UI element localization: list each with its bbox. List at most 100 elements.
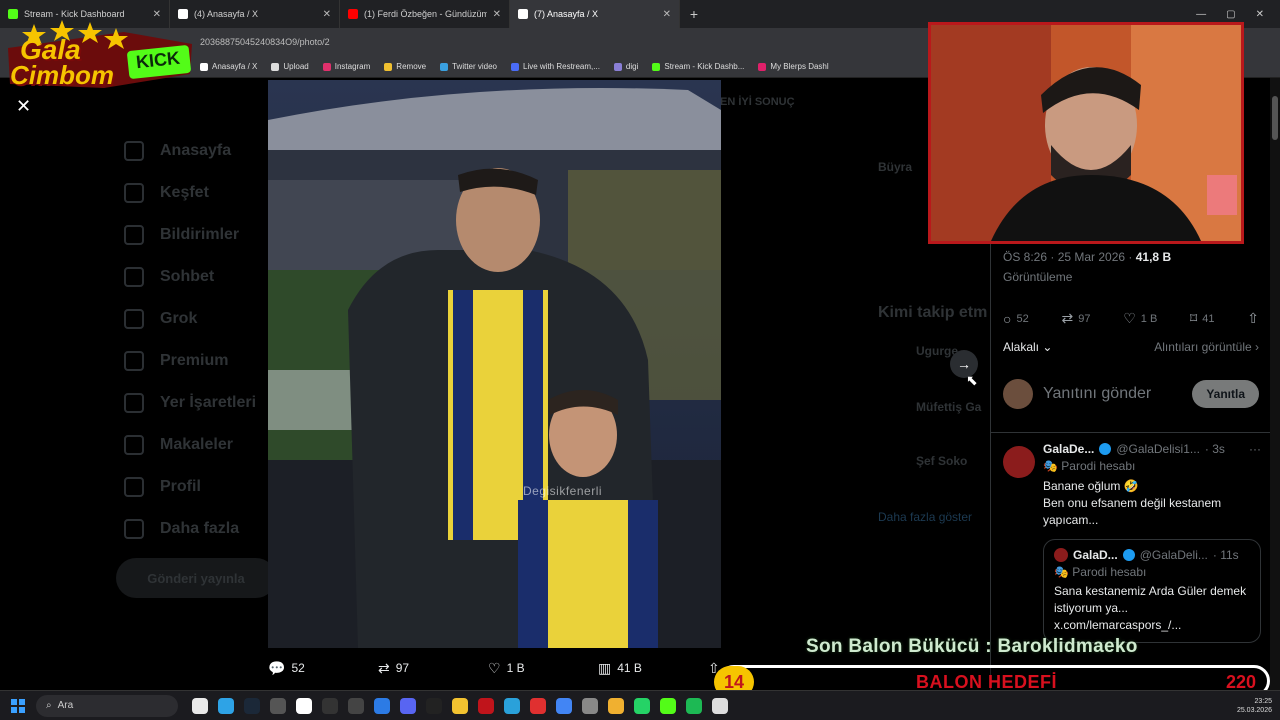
like-action[interactable]: ♡ 1 B — [488, 660, 598, 677]
parody-badge: 🎭 Parodi hesabı — [1043, 459, 1136, 473]
reply-input[interactable]: Yanıtını gönder — [1043, 385, 1182, 403]
bookmark[interactable]: Twitter video — [440, 62, 497, 71]
maximize-icon[interactable]: ▢ — [1226, 9, 1235, 20]
whatsapp-icon[interactable] — [634, 697, 650, 714]
reply-action[interactable]: 💬 52 — [268, 660, 378, 677]
bookmark[interactable]: digi — [613, 62, 638, 71]
epic-games-icon[interactable] — [426, 697, 442, 714]
chrome-icon[interactable] — [556, 697, 572, 714]
telegram-icon[interactable] — [504, 697, 520, 714]
suggested-user[interactable]: Müfettiş Ga — [916, 400, 981, 414]
reply-avatar[interactable] — [1003, 446, 1035, 478]
nav-grok[interactable]: Grok — [110, 298, 270, 340]
windows-taskbar: ⌕ Ara 23:25 25.03.2026 — [0, 690, 1280, 720]
scrollbar-thumb[interactable] — [1272, 96, 1278, 140]
settings-icon[interactable] — [582, 697, 598, 714]
nav-notifications[interactable]: Bildirimler — [110, 214, 270, 256]
clock-time: 23:25 — [1254, 697, 1272, 705]
window-controls: — ▢ ✕ — [1196, 9, 1280, 20]
reply-stat[interactable]: ○ 52 — [1003, 310, 1029, 327]
nav-bookmarks[interactable]: Yer İşaretleri — [110, 382, 270, 424]
bookmark[interactable]: Remove — [384, 62, 426, 71]
reply-button[interactable]: Yanıtla — [1192, 380, 1259, 408]
close-tab-icon[interactable]: ✕ — [663, 9, 671, 20]
share-stat[interactable]: ⇧ — [1247, 310, 1259, 327]
nav-profile[interactable]: Profil — [110, 466, 270, 508]
app-icon[interactable] — [218, 697, 234, 714]
x-favicon-icon — [518, 9, 528, 19]
taskbar-clock[interactable]: 23:25 25.03.2026 — [1237, 697, 1280, 715]
reply-icon: 💬 — [268, 659, 286, 676]
nav-premium[interactable]: Premium — [110, 340, 270, 382]
close-tab-icon[interactable]: ✕ — [493, 9, 501, 20]
verified-badge-icon — [1122, 549, 1135, 561]
tweet-photo[interactable]: Degisikfenerli — [268, 80, 721, 648]
nav-articles[interactable]: Makaleler — [110, 424, 270, 466]
url-text[interactable]: 20368875045240834O9/photo/2 — [200, 37, 330, 47]
taskbar-apps — [192, 697, 728, 714]
bookmark[interactable]: Live with Restream,... — [511, 62, 600, 71]
post-button[interactable]: Gönderi yayınla — [116, 558, 276, 598]
discord-icon[interactable] — [400, 697, 416, 714]
new-tab-icon[interactable]: + — [680, 6, 708, 22]
bookmark-stat[interactable]: ⌑ 41 — [1190, 310, 1214, 327]
bookmark[interactable]: Instagram — [322, 62, 370, 71]
tab-title: (4) Anasayfa / X — [194, 9, 259, 19]
app-icon[interactable] — [530, 697, 546, 714]
task-view-icon[interactable] — [192, 697, 208, 714]
windows-start-icon[interactable] — [0, 698, 36, 713]
more-options-icon[interactable]: ··· — [1249, 442, 1261, 456]
spotify-icon[interactable] — [686, 697, 702, 714]
bookmark[interactable]: Upload — [271, 62, 309, 71]
app-icon[interactable] — [478, 697, 494, 714]
camera-icon[interactable] — [348, 697, 364, 714]
show-more-link[interactable]: Daha fazla göster — [878, 510, 972, 524]
views-action[interactable]: ▥ 41 B — [598, 660, 708, 677]
4k-downloader-icon[interactable] — [270, 697, 286, 714]
quote-text: Sana kestanemiz Arda Güler demek istiyor… — [1054, 584, 1247, 632]
bookmark[interactable]: My Blerps Dashl — [758, 62, 829, 71]
app-icon[interactable] — [374, 697, 390, 714]
repost-action[interactable]: ⇄ 97 — [378, 660, 488, 677]
scrollbar[interactable] — [1270, 78, 1280, 690]
close-viewer-icon[interactable]: ✕ — [16, 96, 31, 117]
taskbar-search[interactable]: ⌕ Ara — [36, 694, 178, 717]
bookmark[interactable]: Stream - Kick Dashb... — [652, 62, 744, 71]
repost-icon: ⇄ — [1061, 310, 1074, 326]
like-stat[interactable]: ♡ 1 B — [1123, 310, 1157, 327]
nav-chat[interactable]: Sohbet — [110, 256, 270, 298]
steam-icon[interactable] — [244, 697, 260, 714]
file-explorer-icon[interactable] — [452, 697, 468, 714]
view-quotes-link[interactable]: Alıntıları görüntüle › — [1154, 340, 1259, 354]
quoted-tweet[interactable]: GalaD... @GalaDeli... · 11s 🎭 Parodi hes… — [1043, 539, 1261, 643]
bookmark-icon: ⌑ — [1190, 310, 1198, 326]
openai-icon[interactable] — [296, 697, 312, 714]
browser-tab-active[interactable]: (7) Anasayfa / X ✕ — [510, 0, 680, 28]
suggested-user[interactable]: Şef Soko — [916, 454, 967, 468]
reply-author-handle[interactable]: @GalaDelisi1... — [1116, 442, 1200, 456]
tab-title: (1) Ferdi Özbeğen - Gündüzüm — [364, 9, 487, 19]
quote-author-name: GalaD... — [1073, 548, 1118, 562]
app-icon[interactable] — [608, 697, 624, 714]
bookmark[interactable]: Anasayfa / X — [200, 62, 257, 71]
profile-icon — [124, 477, 144, 497]
repost-stat[interactable]: ⇄ 97 — [1061, 310, 1090, 327]
close-window-icon[interactable]: ✕ — [1256, 9, 1264, 20]
nav-home[interactable]: Anasayfa — [110, 130, 270, 172]
stadium-photo-image — [268, 80, 721, 648]
post-stats: ○ 52 ⇄ 97 ♡ 1 B ⌑ 41 ⇧ — [1003, 310, 1259, 327]
minimize-icon[interactable]: — — [1196, 9, 1206, 20]
browser-tab[interactable]: (1) Ferdi Özbeğen - Gündüzüm ✕ — [340, 0, 510, 28]
app-icon[interactable] — [322, 697, 338, 714]
reply-author-name[interactable]: GalaDe... — [1043, 442, 1094, 456]
close-tab-icon[interactable]: ✕ — [323, 9, 331, 20]
search-icon: ⌕ — [46, 700, 52, 711]
reply-tweet[interactable]: GalaDe... @GalaDelisi1... · 3s ··· 🎭 Par… — [1003, 442, 1261, 643]
sort-dropdown[interactable]: Alakalı ⌄ — [1003, 340, 1052, 354]
heart-icon: ♡ — [488, 659, 501, 676]
reply-time[interactable]: · 3s — [1205, 442, 1225, 456]
nav-explore[interactable]: Keşfet — [110, 172, 270, 214]
kick-icon[interactable] — [660, 697, 676, 714]
nav-more[interactable]: Daha fazla — [110, 508, 270, 550]
app-icon[interactable] — [712, 697, 728, 714]
